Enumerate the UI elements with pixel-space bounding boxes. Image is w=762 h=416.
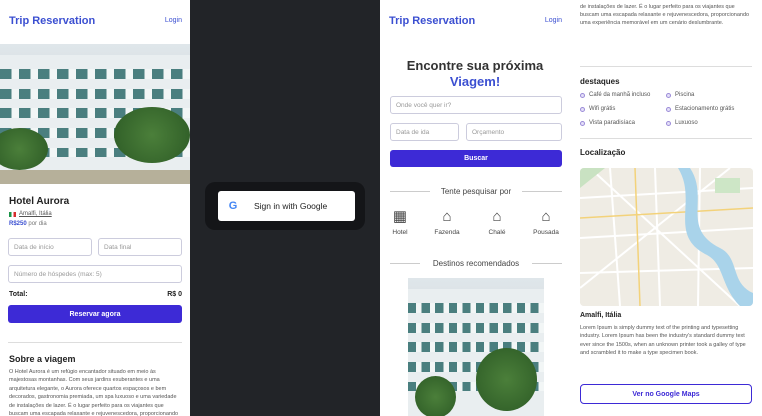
price-value: R$250 [9,221,27,227]
hotel-price: R$250 por dia [9,221,47,227]
map-graphic [580,168,753,306]
total-label: Total: [9,291,28,298]
section-divider [8,342,182,343]
hero-headline: Encontre sua próxima Viagem! [380,58,570,90]
google-signin-button[interactable]: G Sign in with Google [218,191,355,221]
about-text: O Hotel Aurora é um refúgio encantador s… [9,369,179,416]
destination-placeholder: Onde você quer ir? [396,102,452,109]
check-icon [666,120,671,126]
category-chalet[interactable]: ⌂ Chalé [477,208,517,236]
category-label: Fazenda [434,229,460,236]
section-divider [580,66,752,67]
divider-line [390,263,420,264]
search-screen: Trip Reservation Login Encontre sua próx… [380,0,570,416]
highlight-label: Wifi grátis [589,106,616,112]
highlight-label: Estacionamento grátis [675,106,735,112]
highlight-item: Café da manhã incluso [580,92,650,98]
google-icon: G [228,200,238,212]
building-icon: ▦ [392,208,408,225]
end-date-field[interactable]: Data final [98,238,182,256]
check-icon [666,106,671,112]
category-inn[interactable]: ⌂ Pousada [526,208,566,236]
highlight-label: Piscina [675,92,695,98]
login-link[interactable]: Login [545,17,562,24]
reserve-button[interactable]: Reservar agora [8,305,182,323]
divider-line [522,191,562,192]
google-signin-label: Sign in with Google [254,201,328,211]
guests-placeholder: Número de hóspedes (max: 5) [14,271,102,278]
category-label: Pousada [533,229,559,236]
hotel-detail-screen: Trip Reservation Login Hotel Aurora Amal… [0,0,190,416]
location-map[interactable] [580,168,753,306]
recommended-destination-image[interactable] [408,278,544,416]
highlight-item: Estacionamento grátis [666,106,734,112]
category-hotel[interactable]: ▦ Hotel [380,208,420,236]
check-icon [580,92,585,98]
check-icon [666,92,671,98]
departure-date-placeholder: Data de ida [396,129,430,136]
location-title: Localização [580,148,626,157]
category-label: Chalé [488,229,506,236]
highlights-title: destaques [580,77,620,86]
about-text-continued: O Hotel Aurora é um refúgio encantador s… [580,0,752,28]
about-title: Sobre a viagem [9,354,76,364]
check-icon [580,120,585,126]
location-place: Amalfi, Itália [580,312,622,319]
google-maps-button[interactable]: Ver no Google Maps [580,384,752,404]
highlight-item: Vista paradisíaca [580,120,635,126]
hero-accent: Viagem! [449,74,501,89]
category-farm[interactable]: ⌂ Fazenda [427,208,467,236]
farm-icon: ⌂ [442,208,452,225]
hotel-location: Amalfi, Itália [9,211,52,217]
hero-text: Encontre sua próxima [406,58,544,73]
highlight-label: Vista paradisíaca [589,120,635,126]
highlight-item: Wifi grátis [580,106,615,112]
start-date-placeholder: Data de início [14,244,54,251]
budget-field[interactable]: Orçamento [466,123,562,141]
highlight-item: Piscina [666,92,694,98]
divider-line [532,263,562,264]
category-label: Hotel [392,229,408,236]
section-divider [580,138,752,139]
hotel-location-text[interactable]: Amalfi, Itália [19,211,52,217]
login-link[interactable]: Login [165,17,182,24]
budget-placeholder: Orçamento [472,129,505,136]
location-text: Lorem Ipsum is simply dummy text of the … [580,325,746,357]
inn-icon: ⌂ [541,208,551,225]
highlight-item: Luxuoso [666,120,698,126]
destination-field[interactable]: Onde você quer ir? [390,96,562,114]
italy-flag-icon [9,211,16,217]
hotel-photo [0,44,190,184]
about-text-fragment: O Hotel Aurora é um refúgio encantador s… [580,0,750,27]
search-button[interactable]: Buscar [390,150,562,167]
recommended-label: Destinos recomendados [432,259,520,268]
brand-logo[interactable]: Trip Reservation [389,15,475,27]
divider-line [390,191,430,192]
check-icon [580,106,585,112]
try-search-label: Tente pesquisar por [440,187,512,196]
google-signin-screen: G Sign in with Google [190,0,380,416]
end-date-placeholder: Data final [104,244,132,251]
guests-field[interactable]: Número de hóspedes (max: 5) [8,265,182,283]
start-date-field[interactable]: Data de início [8,238,92,256]
total-value: R$ 0 [167,291,182,298]
highlight-label: Café da manhã incluso [589,92,651,98]
brand-logo[interactable]: Trip Reservation [9,15,95,27]
hotel-details-continued: O Hotel Aurora é um refúgio encantador s… [570,0,762,416]
chalet-icon: ⌂ [492,208,502,225]
departure-date-field[interactable]: Data de ida [390,123,459,141]
hotel-name: Hotel Aurora [9,196,70,207]
highlight-label: Luxuoso [675,120,698,126]
price-unit: por dia [28,221,47,227]
